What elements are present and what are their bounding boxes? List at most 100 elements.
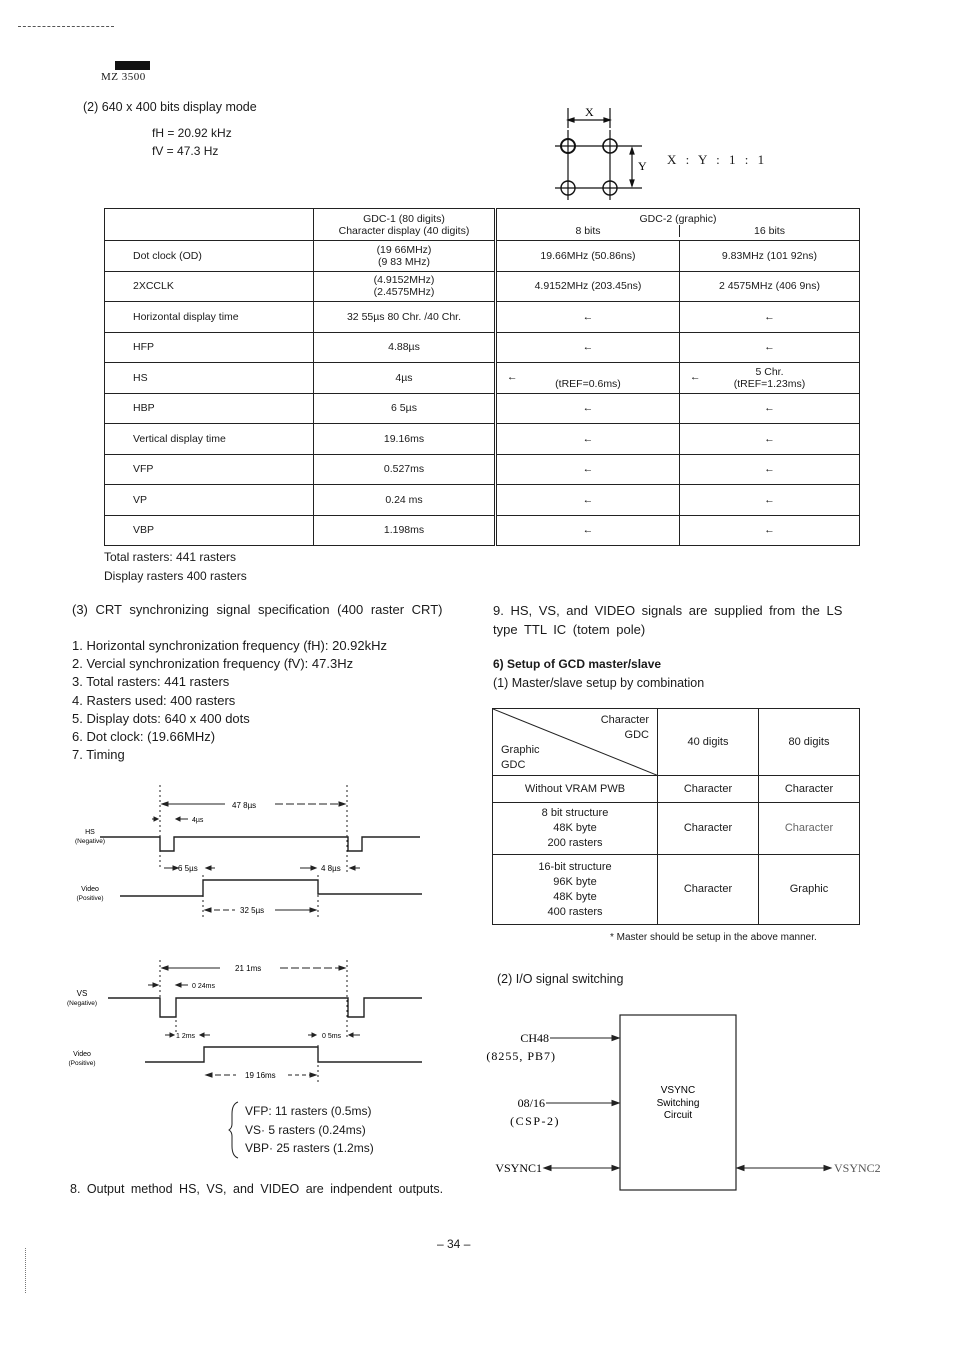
same-as-left-arrow-icon: ← <box>495 423 680 455</box>
bits16-value: 9.83MHz (101 92ns) <box>679 240 860 272</box>
row-label: 2XCCLK <box>104 270 314 302</box>
gdc1-value: 0.527ms <box>313 453 497 485</box>
vs-pulse-label: 0 24ms <box>192 983 215 990</box>
hs-front-porch-label: 4 8µs <box>321 864 341 873</box>
list-item: VS· 5 rasters (0.24ms) <box>245 1122 366 1137</box>
y-label: Y <box>638 159 647 173</box>
gdc1-value: (19 66MHz) (9 83 MHz) <box>313 240 497 272</box>
item-8-output-method: 8. Output method HS, VS, and VIDEO are i… <box>70 1182 444 1196</box>
same-as-left-arrow-icon: ← <box>679 453 860 485</box>
display-mode-title: (2) 640 x 400 bits display mode <box>83 100 257 114</box>
crt-spec-list: 1. Horizontal synchronization frequency … <box>72 637 387 764</box>
same-as-left-arrow-icon: ← <box>507 371 518 383</box>
table-row: 2XCCLK (4.9152MHz) (2.4575MHz) 4.9152MHz … <box>104 270 860 302</box>
crt-spec-title: (3) CRT synchronizing signal specificati… <box>72 602 443 617</box>
table-row: Without VRAM PWB Character Character <box>492 775 860 803</box>
box-label-line3: Circuit <box>664 1110 693 1121</box>
vs-timing-diagram: 21 1ms 0 24ms VS (Negative) 1 2ms 0 5ms … <box>67 960 422 1085</box>
display-timing-table: GDC-1 (80 digits) Character display (40 … <box>104 208 860 546</box>
gdc1-value: 4µs <box>313 362 497 394</box>
hs-video-label: Video <box>81 886 99 893</box>
fv-value: fV = 47.3 Hz <box>152 144 219 158</box>
table-row: Vertical display time 19.16ms ← ← <box>104 423 860 455</box>
bits8-value: 4.9152MHz (203.45ns) <box>495 270 680 302</box>
cell-40: Character <box>657 775 759 803</box>
row-label: 16-bit structure 96K byte 48K byte 400 r… <box>492 854 658 925</box>
vs-signal-polarity: (Negative) <box>67 1000 97 1007</box>
list-item: VFP: 11 rasters (0.5ms) <box>245 1104 372 1118</box>
hs-period-label: 47 8µs <box>232 801 256 810</box>
master-slave-table: Character GDC Graphic GDC 40 digits 80 d… <box>492 708 860 925</box>
row-label: HBP <box>104 392 314 424</box>
header-gdc1-line1: GDC-1 (80 digits) <box>363 212 445 225</box>
corner-bottom-label: Graphic GDC <box>501 744 540 771</box>
table-row: Horizontal display time 32 55µs 80 Chr. … <box>104 301 860 333</box>
row-label: HS <box>104 362 314 394</box>
input-ch48-source: (8255, PB7) <box>486 1049 556 1063</box>
fh-value: fH = 20.92 kHz <box>152 126 232 140</box>
same-as-left-arrow-icon: ← <box>679 331 860 363</box>
table-row: 16-bit structure 96K byte 48K byte 400 r… <box>492 854 860 925</box>
cell-80: Character <box>758 775 860 803</box>
row-label: 8 bit structure 48K byte 200 rasters <box>492 802 658 855</box>
bits16-value: ← 5 Chr. (tREF=1.23ms) <box>679 362 860 394</box>
cell-80: Character <box>758 802 860 855</box>
same-as-left-arrow-icon: ← <box>495 453 680 485</box>
column-40-digits: 40 digits <box>657 708 759 776</box>
same-as-left-arrow-icon: ← <box>679 423 860 455</box>
logo-bar <box>115 61 150 70</box>
gdc1-value: (4.9152MHz) (2.4575MHz) <box>313 270 497 302</box>
table-row: VFP 0.527ms ← ← <box>104 453 860 485</box>
table-footnote: * Master should be setup in the above ma… <box>610 932 817 943</box>
gdc1-value: 1.198ms <box>313 514 497 546</box>
header-gdc1: GDC-1 (80 digits) Character display (40 … <box>313 208 497 241</box>
same-as-left-arrow-icon: ← <box>679 514 860 546</box>
row-label: Dot clock (OD) <box>104 240 314 272</box>
hs-video-polarity: (Positive) <box>76 895 103 902</box>
gdc1-value: 32 55µs 80 Chr. /40 Chr. <box>313 301 497 333</box>
xy-ratio: X : Y : 1 : 1 <box>667 152 768 167</box>
gdc1-value: 4.88µs <box>313 331 497 363</box>
same-as-left-arrow-icon: ← <box>679 301 860 333</box>
input-ch48: CH48 <box>520 1031 549 1045</box>
header-empty-cell <box>104 208 314 241</box>
vs-front-porch-label: 0 5ms <box>322 1033 342 1040</box>
list-item: 5. Display dots: 640 x 400 dots <box>72 710 250 726</box>
header-8bits: 8 bits <box>575 225 601 237</box>
table-row: 8 bit structure 48K byte 200 rasters Cha… <box>492 802 860 855</box>
x-label: X <box>585 105 594 119</box>
vs-back-porch-label: 1 2ms <box>176 1033 196 1040</box>
vs-video-polarity: (Positive) <box>68 1060 95 1067</box>
row-label: Without VRAM PWB <box>492 775 658 803</box>
same-as-left-arrow-icon: ← <box>495 392 680 424</box>
bits16-value: 2 4575MHz (406 9ns) <box>679 270 860 302</box>
table-row: VBP 1.198ms ← ← <box>104 514 860 546</box>
header-16bits: 16 bits <box>679 225 859 237</box>
list-item: 7. Timing <box>72 747 125 763</box>
header-gdc2: GDC-2 (graphic) 8 bits 16 bits <box>495 208 860 241</box>
same-as-left-arrow-icon: ← <box>495 514 680 546</box>
bits8-value: ← (tREF=0.6ms) <box>495 362 680 394</box>
column-80-digits: 80 digits <box>758 708 860 776</box>
list-item: 4. Rasters used: 400 rasters <box>72 692 236 708</box>
bits8-value: 19.66MHz (50.86ns) <box>495 240 680 272</box>
model-label: MZ 3500 <box>101 71 146 83</box>
same-as-left-arrow-icon: ← <box>679 392 860 424</box>
scan-artifact-line <box>18 26 114 28</box>
list-item: VBP· 25 rasters (1.2ms) <box>245 1141 374 1155</box>
input-08-16: 08/16 <box>518 1096 545 1110</box>
io-vsync2: VSYNC2 <box>834 1161 880 1175</box>
hs-back-porch-label: 6 5µs <box>178 864 198 873</box>
same-as-left-arrow-icon: ← <box>495 484 680 516</box>
cell-80: Graphic <box>758 854 860 925</box>
row-label: Vertical display time <box>104 423 314 455</box>
table-row: HBP 6 5µs ← ← <box>104 392 860 424</box>
hs-signal-polarity: (Negative) <box>75 838 105 845</box>
hs-pulse-label: 4µs <box>192 817 204 824</box>
section-6-title: 6) Setup of GCD master/slave <box>493 657 662 671</box>
same-as-left-arrow-icon: ← <box>495 331 680 363</box>
header-gdc2-title: GDC-2 (graphic) <box>639 213 717 225</box>
scan-margin-marks <box>25 1248 28 1293</box>
box-label-line1: VSYNC <box>661 1085 695 1096</box>
table-row: VP 0.24 ms ← ← <box>104 484 860 516</box>
